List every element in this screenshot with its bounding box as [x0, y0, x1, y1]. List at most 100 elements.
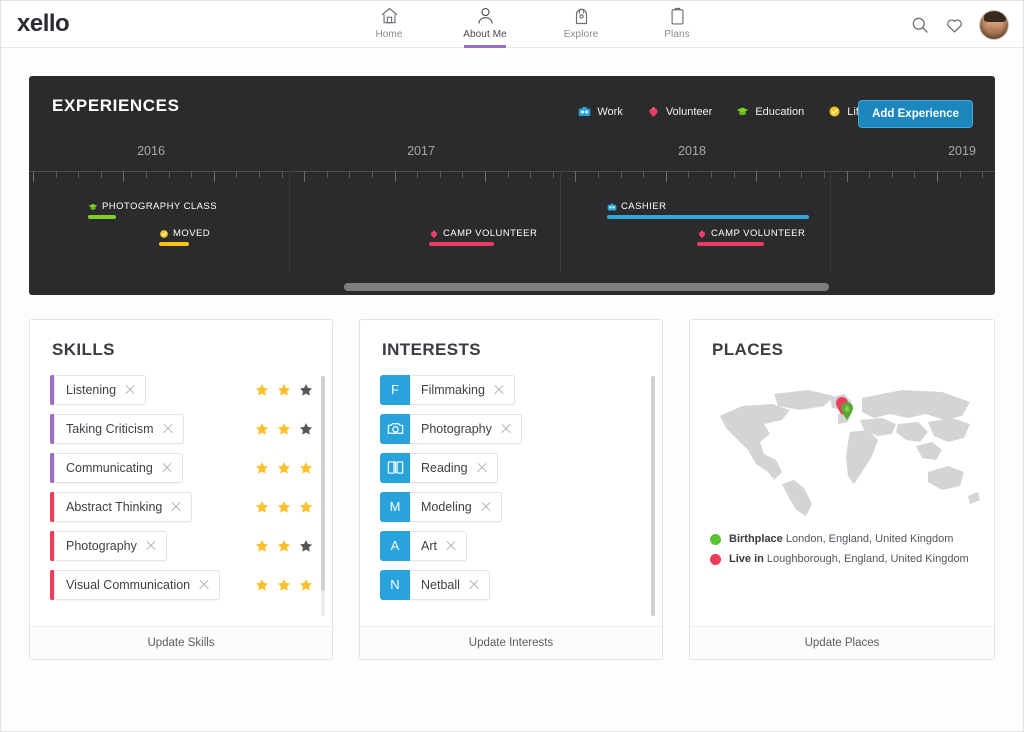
timeline-tick	[101, 171, 102, 178]
legend-label-education: Education	[755, 106, 804, 118]
update-places-button[interactable]: Update Places	[690, 626, 994, 659]
timeline-entry-bar[interactable]	[697, 242, 764, 246]
skill-chip[interactable]: Photography	[54, 531, 167, 561]
star-icon[interactable]	[299, 383, 313, 397]
skill-chip[interactable]: Visual Communication	[54, 570, 220, 600]
timeline-tick	[688, 171, 689, 178]
star-icon[interactable]	[277, 500, 291, 514]
star-icon[interactable]	[255, 500, 269, 514]
heart-icon[interactable]	[944, 15, 965, 35]
remove-interest-icon[interactable]	[445, 540, 457, 552]
skill-chip[interactable]: Abstract Thinking	[54, 492, 192, 522]
star-icon[interactable]	[299, 500, 313, 514]
interest-chip[interactable]: Art	[410, 531, 467, 561]
experiences-timeline[interactable]: 2016201720182019 PHOTOGRAPHY CLASSCASHIE…	[29, 144, 995, 295]
update-interests-button[interactable]: Update Interests	[360, 626, 662, 659]
letter-a: A	[380, 531, 410, 561]
star-icon[interactable]	[277, 461, 291, 475]
avatar[interactable]	[979, 10, 1009, 40]
remove-skill-icon[interactable]	[170, 501, 182, 513]
add-experience-button[interactable]: Add Experience	[858, 100, 973, 128]
check-circle-icon	[828, 105, 841, 118]
star-icon[interactable]	[299, 539, 313, 553]
interests-scrollbar-thumb[interactable]	[651, 376, 655, 616]
timeline-tick	[214, 171, 215, 182]
timeline-tick	[146, 171, 147, 178]
nav-item-about-me[interactable]: About Me	[437, 1, 533, 48]
interests-card: INTERESTS FFilmmakingPhotographyReadingM…	[359, 319, 663, 660]
interest-chip[interactable]: Filmmaking	[410, 375, 515, 405]
home-icon	[379, 5, 400, 27]
top-bar-actions	[910, 1, 1009, 48]
search-icon[interactable]	[910, 15, 930, 35]
star-icon[interactable]	[255, 539, 269, 553]
book-icon	[380, 453, 410, 483]
skill-rating[interactable]	[255, 383, 313, 397]
remove-interest-icon[interactable]	[493, 384, 505, 396]
remove-skill-icon[interactable]	[124, 384, 136, 396]
interest-chip[interactable]: Photography	[410, 414, 522, 444]
place-kind: Live in	[729, 553, 764, 565]
nav-item-home[interactable]: Home	[341, 1, 437, 48]
remove-interest-icon[interactable]	[476, 462, 488, 474]
star-icon[interactable]	[255, 578, 269, 592]
skills-scrollbar-thumb[interactable]	[321, 376, 325, 591]
update-skills-button[interactable]: Update Skills	[30, 626, 332, 659]
skill-chip[interactable]: Communicating	[54, 453, 183, 483]
timeline-entry-text: CAMP VOLUNTEER	[711, 228, 805, 239]
skill-rating[interactable]	[255, 500, 313, 514]
nav-item-explore[interactable]: Explore	[533, 1, 629, 48]
skill-rating[interactable]	[255, 578, 313, 592]
star-icon[interactable]	[299, 578, 313, 592]
skill-chip[interactable]: Listening	[54, 375, 146, 405]
legend-item-work[interactable]: Work	[578, 105, 622, 118]
interests-scrollbar[interactable]	[651, 376, 655, 616]
timeline-scrollbar-thumb[interactable]	[344, 283, 829, 291]
star-icon[interactable]	[255, 422, 269, 436]
timeline-year-labels: 2016201720182019	[29, 144, 995, 168]
legend-item-education[interactable]: Education	[736, 105, 804, 118]
remove-skill-icon[interactable]	[198, 579, 210, 591]
timeline-scrollbar[interactable]	[29, 283, 995, 291]
timeline-tick	[417, 171, 418, 178]
timeline-bar-row: PHOTOGRAPHY CLASSCASHIER	[29, 192, 995, 219]
interest-chip[interactable]: Reading	[410, 453, 498, 483]
skill-rating[interactable]	[255, 422, 313, 436]
remove-interest-icon[interactable]	[480, 501, 492, 513]
timeline-bar-row: MOVEDCAMP VOLUNTEERCAMP VOLUNTEER	[29, 219, 995, 246]
timeline-tick	[395, 171, 396, 182]
timeline-entry[interactable]: CAMP VOLUNTEER	[29, 219, 995, 246]
remove-interest-icon[interactable]	[500, 423, 512, 435]
timeline-entry[interactable]: CASHIER	[29, 192, 995, 219]
timeline-bars: PHOTOGRAPHY CLASSCASHIER MOVEDCAMP VOLUN…	[29, 192, 995, 246]
skill-label: Photography	[66, 539, 137, 553]
interest-label: Reading	[421, 461, 468, 475]
interest-row: Photography	[380, 413, 646, 444]
remove-skill-icon[interactable]	[145, 540, 157, 552]
remove-skill-icon[interactable]	[161, 462, 173, 474]
timeline-tick	[937, 171, 938, 182]
star-icon[interactable]	[277, 422, 291, 436]
world-map[interactable]	[712, 380, 980, 518]
remove-skill-icon[interactable]	[162, 423, 174, 435]
skill-rating[interactable]	[255, 539, 313, 553]
star-icon[interactable]	[255, 461, 269, 475]
skills-scrollbar[interactable]	[321, 376, 325, 616]
timeline-tick	[982, 171, 983, 178]
star-icon[interactable]	[255, 383, 269, 397]
skill-rating[interactable]	[255, 461, 313, 475]
xello-logo[interactable]: xello	[17, 10, 69, 38]
timeline-entry-text: CASHIER	[621, 201, 666, 212]
star-icon[interactable]	[277, 539, 291, 553]
skill-chip[interactable]: Taking Criticism	[54, 414, 184, 444]
remove-interest-icon[interactable]	[468, 579, 480, 591]
timeline-tick	[643, 171, 644, 178]
star-icon[interactable]	[299, 461, 313, 475]
star-icon[interactable]	[277, 578, 291, 592]
legend-item-volunteer[interactable]: Volunteer	[647, 105, 712, 118]
interest-chip[interactable]: Netball	[410, 570, 490, 600]
nav-item-plans[interactable]: Plans	[629, 1, 725, 48]
interest-chip[interactable]: Modeling	[410, 492, 502, 522]
star-icon[interactable]	[299, 422, 313, 436]
star-icon[interactable]	[277, 383, 291, 397]
